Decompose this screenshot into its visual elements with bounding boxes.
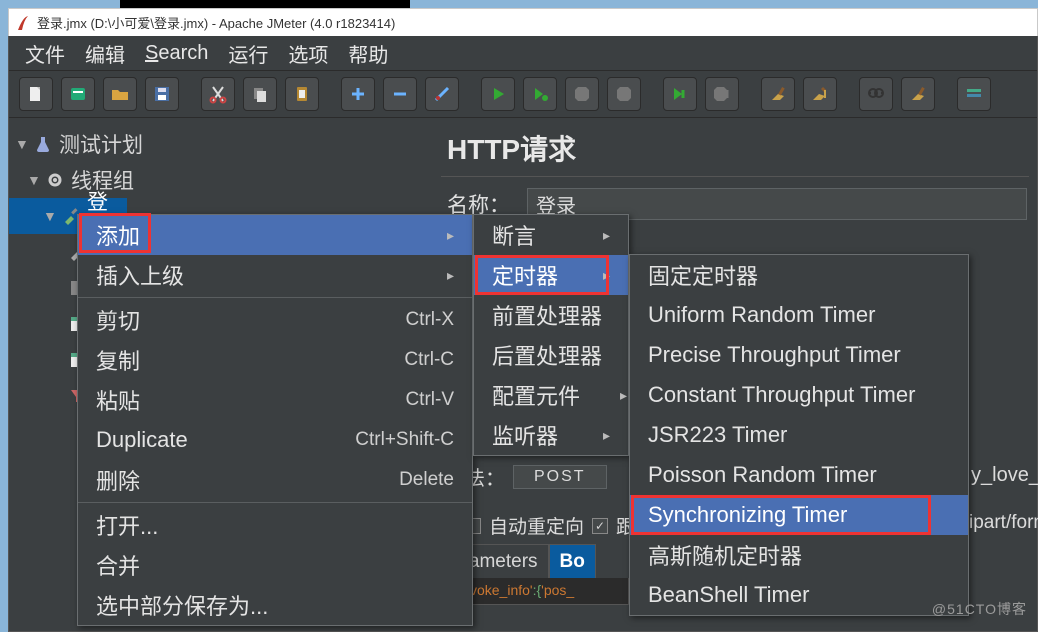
auto-redirect-label: 自动重定向 <box>489 512 584 539</box>
ctx-duplicate[interactable]: DuplicateCtrl+Shift-C <box>78 420 472 460</box>
sub-timers[interactable]: 定时器 <box>474 255 628 295</box>
tree-label: 测试计划 <box>59 129 143 159</box>
sub-preprocessors[interactable]: 前置处理器 <box>474 295 628 335</box>
menubar: 文件 编辑 Search 运行 选项 帮助 <box>9 36 1037 70</box>
ctx-add[interactable]: 添加 <box>78 215 472 255</box>
timer-uniform[interactable]: Uniform Random Timer <box>630 295 968 335</box>
collapse-button[interactable] <box>383 77 417 111</box>
jmeter-feather-icon <box>17 15 29 31</box>
expand-button[interactable] <box>341 77 375 111</box>
gear-icon <box>45 170 65 190</box>
open-button[interactable] <box>103 77 137 111</box>
ctx-cut[interactable]: 剪切Ctrl-X <box>78 300 472 340</box>
path-fragment: y_love_ <box>971 464 1038 487</box>
remote-stop-button[interactable] <box>705 77 739 111</box>
method-value[interactable]: POST <box>513 465 607 489</box>
stop-button[interactable] <box>565 77 599 111</box>
menu-file[interactable]: 文件 <box>25 39 65 68</box>
menu-edit[interactable]: 编辑 <box>85 39 125 68</box>
menu-options[interactable]: 选项 <box>288 39 328 68</box>
search-button[interactable] <box>859 77 893 111</box>
paste-button[interactable] <box>285 77 319 111</box>
sub-assertions[interactable]: 断言 <box>474 215 628 255</box>
tree-thread-group[interactable]: ▼ 线程组 <box>9 162 437 198</box>
tab-body[interactable]: Bo <box>549 544 596 579</box>
copy-button[interactable] <box>243 77 277 111</box>
caret-down-icon: ▼ <box>15 136 27 152</box>
remote-start-button[interactable] <box>663 77 697 111</box>
timer-poisson[interactable]: Poisson Random Timer <box>630 455 968 495</box>
watermark: @51CTO博客 <box>932 599 1027 619</box>
function-helper-button[interactable] <box>957 77 991 111</box>
cut-button[interactable] <box>201 77 235 111</box>
flask-icon <box>33 134 53 154</box>
ctx-delete[interactable]: 删除Delete <box>78 460 472 500</box>
tree-test-plan[interactable]: ▼ 测试计划 <box>9 126 437 162</box>
timer-beanshell[interactable]: BeanShell Timer <box>630 575 968 615</box>
follow-checkbox[interactable]: ✓ <box>592 518 608 534</box>
save-button[interactable] <box>145 77 179 111</box>
menu-help[interactable]: 帮助 <box>348 39 388 68</box>
ctx-paste[interactable]: 粘贴Ctrl-V <box>78 380 472 420</box>
titlebar: 登录.jmx (D:\小可爱\登录.jmx) - Apache JMeter (… <box>8 8 1038 36</box>
timer-synchronizing[interactable]: Synchronizing Timer <box>630 495 968 535</box>
timer-gaussian[interactable]: 高斯随机定时器 <box>630 535 968 575</box>
ctx-copy[interactable]: 复制Ctrl-C <box>78 340 472 380</box>
new-button[interactable] <box>19 77 53 111</box>
ctx-save-selection-as[interactable]: 选中部分保存为... <box>78 585 472 625</box>
timer-jsr223[interactable]: JSR223 Timer <box>630 415 968 455</box>
window-title: 登录.jmx (D:\小可爱\登录.jmx) - Apache JMeter (… <box>37 13 395 32</box>
sub-config[interactable]: 配置元件 <box>474 375 628 415</box>
shutdown-button[interactable] <box>607 77 641 111</box>
ctx-merge[interactable]: 合并 <box>78 545 472 585</box>
clear-button[interactable] <box>761 77 795 111</box>
context-menu: 添加 插入上级 剪切Ctrl-X 复制Ctrl-C 粘贴Ctrl-V Dupli… <box>77 214 473 626</box>
reset-search-button[interactable] <box>901 77 935 111</box>
submenu-timers: 固定定时器 Uniform Random Timer Precise Throu… <box>629 254 969 616</box>
content-type-fragment: ipart/form <box>969 512 1038 534</box>
clear-all-button[interactable] <box>803 77 837 111</box>
menu-run[interactable]: 运行 <box>228 39 268 68</box>
timer-constant[interactable]: 固定定时器 <box>630 255 968 295</box>
toggle-button[interactable] <box>425 77 459 111</box>
ctx-open[interactable]: 打开... <box>78 505 472 545</box>
templates-button[interactable] <box>61 77 95 111</box>
caret-down-icon: ▼ <box>43 208 55 224</box>
toolbar <box>9 70 1037 118</box>
caret-down-icon: ▼ <box>27 172 39 188</box>
start-no-pause-button[interactable] <box>523 77 557 111</box>
sub-postprocessors[interactable]: 后置处理器 <box>474 335 628 375</box>
submenu-add: 断言 定时器 前置处理器 后置处理器 配置元件 监听器 <box>473 214 629 456</box>
sub-listeners[interactable]: 监听器 <box>474 415 628 455</box>
timer-precise[interactable]: Precise Throughput Timer <box>630 335 968 375</box>
panel-title: HTTP请求 <box>447 128 1037 168</box>
menu-search[interactable]: Search <box>145 42 208 65</box>
ctx-insert-parent[interactable]: 插入上级 <box>78 255 472 295</box>
timer-constant-throughput[interactable]: Constant Throughput Timer <box>630 375 968 415</box>
start-button[interactable] <box>481 77 515 111</box>
